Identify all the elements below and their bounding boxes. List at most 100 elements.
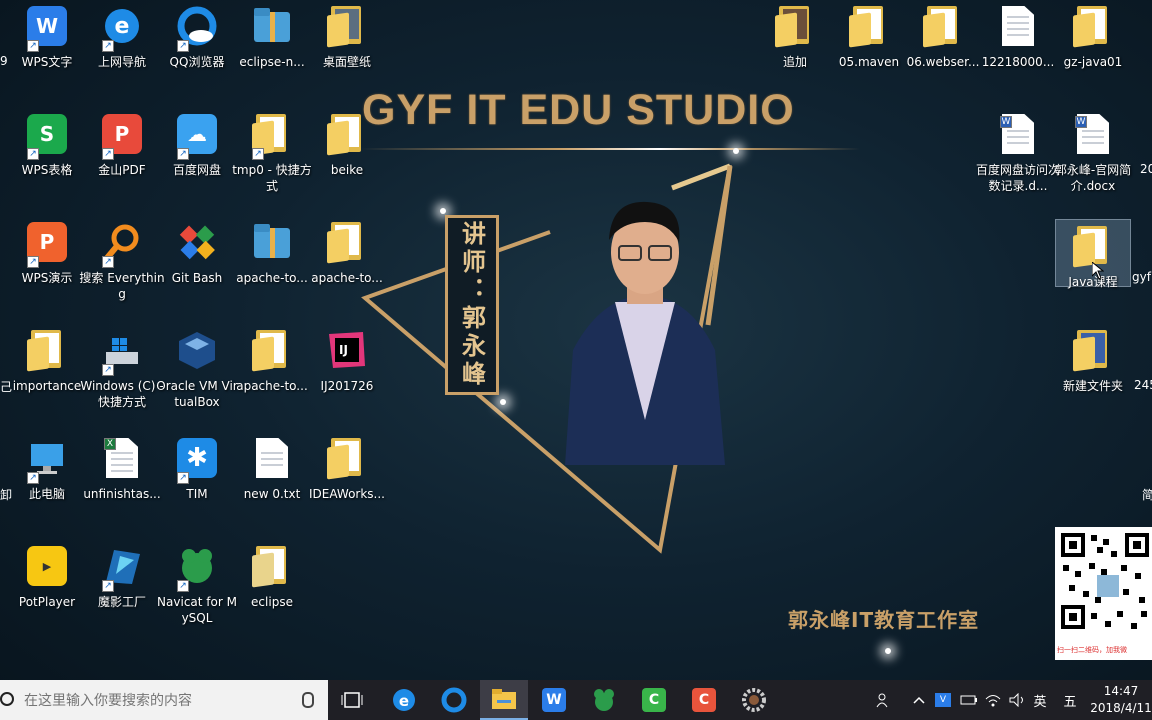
icon-label: 魔影工厂 <box>97 595 146 609</box>
icon-label: Oracle VM VirtualBox <box>156 379 238 409</box>
tray-app-icon[interactable]: V <box>932 680 954 720</box>
desktop-icon-tim[interactable]: ✱ ↗ TIM <box>160 432 234 532</box>
desktop-icon-intro-docx[interactable]: W 郭永峰-官网简介.docx <box>1055 108 1131 208</box>
battery-power-icon[interactable] <box>958 680 980 720</box>
desktop-icon-apache-folder[interactable]: apache-to... <box>235 324 309 424</box>
icon-label: eclipse-n... <box>239 55 305 69</box>
desktop-icon-eclipse-folder[interactable]: eclipse <box>235 540 309 640</box>
desktop-icon-webservice[interactable]: 06.webser... <box>906 0 980 100</box>
volume-icon[interactable] <box>1006 680 1028 720</box>
desktop-icon-new-folder[interactable]: 新建文件夹 <box>1056 324 1130 424</box>
icon-label: unfinishtas... <box>83 487 161 501</box>
desktop-icon-new-txt[interactable]: new 0.txt <box>235 432 309 532</box>
system-clock[interactable]: 14:47 2018/4/11 <box>1090 683 1152 717</box>
desktop-icon-potplayer[interactable]: ▶ PotPlayer <box>10 540 84 640</box>
desktop-icon-video-factory[interactable]: ↗ 魔影工厂 <box>85 540 159 640</box>
settings-gear-icon <box>742 688 766 712</box>
virtualbox-icon <box>179 332 215 369</box>
desktop-icon-git-bash[interactable]: Git Bash <box>160 216 234 316</box>
taskbar-wps[interactable]: W <box>530 680 578 720</box>
desktop-icon-qq-browser[interactable]: ↗ QQ浏览器 <box>160 0 234 100</box>
edge-fragment: 简 <box>1142 488 1152 502</box>
qr-caption: 扫一扫二维码，加我微 <box>1057 646 1127 654</box>
desktop-icon-navicat[interactable]: ↗ Navicat for MySQL <box>157 540 237 640</box>
text-file-icon <box>256 438 288 478</box>
icon-label: tmp0 - 快捷方式 <box>232 163 312 193</box>
wallpaper-banner: 讲师：郭永峰 <box>445 215 499 395</box>
icon-label: 百度网盘 <box>172 163 221 177</box>
desktop-icon-baidu-netdisk[interactable]: ☁ ↗ 百度网盘 <box>160 108 234 208</box>
desktop-icon-java-course[interactable]: Java课程 <box>1055 219 1131 289</box>
taskbar-navicat[interactable] <box>580 680 628 720</box>
desktop-icon-gz-java01[interactable]: gz-java01 <box>1056 0 1130 100</box>
taskbar-camtasia-green[interactable]: C <box>630 680 678 720</box>
taskbar-edge[interactable]: e <box>380 680 428 720</box>
taskbar-search-box[interactable] <box>0 680 328 720</box>
icon-label: WPS文字 <box>21 55 73 69</box>
banner-text: 讲师：郭永峰 <box>457 221 487 389</box>
desktop-icon-windows-c[interactable]: ↗ Windows (C) - 快捷方式 <box>80 324 164 424</box>
desktop-icon-virtualbox[interactable]: Oracle VM VirtualBox <box>156 324 238 424</box>
desktop-icon-apache-zip[interactable]: apache-to... <box>235 216 309 316</box>
edge-fragment: 卸 <box>0 488 13 502</box>
desktop-icon-everything[interactable]: ↗ 搜索 Everything <box>79 216 165 316</box>
desktop-icon-jinshan-pdf[interactable]: P ↗ 金山PDF <box>85 108 159 208</box>
desktop-icon-importance[interactable]: importance <box>10 324 84 424</box>
desktop-icon-eclipse-zip[interactable]: eclipse-n... <box>235 0 309 100</box>
desktop-icon-baidu-record-doc[interactable]: W 百度网盘访问次数记录.d... <box>976 108 1060 208</box>
folder-icon <box>327 114 365 156</box>
ime-language-indicator[interactable]: 英 <box>1028 680 1052 720</box>
icon-label: 金山PDF <box>98 163 146 177</box>
ime-mode-indicator[interactable]: 五 <box>1058 680 1082 720</box>
desktop-icon-wps-writer[interactable]: W ↗ WPS文字 <box>10 0 84 100</box>
icon-label: PotPlayer <box>18 595 76 609</box>
wps-icon: W <box>542 688 566 712</box>
qr-code-card: 扫一扫二维码，加我微 <box>1055 527 1152 660</box>
icon-label: QQ浏览器 <box>169 55 225 69</box>
microphone-icon[interactable] <box>302 692 314 708</box>
taskbar-settings[interactable] <box>730 680 778 720</box>
task-view-button[interactable] <box>328 680 376 720</box>
wifi-icon[interactable] <box>982 680 1004 720</box>
desktop-icon-wps-presentation[interactable]: P ↗ WPS演示 <box>10 216 84 316</box>
taskbar-camtasia-red[interactable]: C <box>680 680 728 720</box>
icon-label: 搜索 Everything <box>79 271 165 301</box>
icon-label: 上网导航 <box>97 55 146 69</box>
icon-label: importance <box>12 379 82 393</box>
clock-date: 2018/4/11 <box>1090 701 1152 715</box>
folder-icon <box>327 438 365 480</box>
icon-label: 新建文件夹 <box>1062 379 1123 393</box>
desktop-icon-beike[interactable]: beike <box>310 108 384 208</box>
icon-label: 百度网盘访问次数记录.d... <box>975 163 1060 193</box>
folder-icon <box>327 6 365 48</box>
desktop-icon-wallpaper-folder[interactable]: 桌面壁纸 <box>310 0 384 100</box>
desktop-icon-zhuijia[interactable]: 追加 <box>758 0 832 100</box>
desktop-icon-12218000[interactable]: 12218000... <box>981 0 1055 100</box>
desktop-icon-maven[interactable]: 05.maven <box>832 0 906 100</box>
search-input[interactable] <box>22 689 296 713</box>
taskbar-file-explorer[interactable] <box>480 680 528 720</box>
clock-time: 14:47 <box>1103 684 1139 698</box>
desktop-icon-unfinishtask[interactable]: X unfinishtas... <box>83 432 161 532</box>
zip-archive-icon <box>254 224 290 258</box>
folder-icon <box>27 330 65 372</box>
desktop-icon-tmp0[interactable]: ↗ tmp0 - 快捷方式 <box>232 108 312 208</box>
show-hidden-icons-chevron-icon[interactable] <box>910 680 928 720</box>
people-icon[interactable] <box>872 680 896 720</box>
edge-icon: e <box>393 689 415 711</box>
taskbar-qq-browser[interactable] <box>430 680 478 720</box>
desktop-icon-apache-folder-2[interactable]: apache-to... <box>310 216 384 316</box>
desktop-icon-ideaworks[interactable]: IDEAWorks... <box>309 432 385 532</box>
desktop[interactable]: GYF IT EDU STUDIO 讲师：郭永峰 郭永峰IT教育工作室 W ↗ W… <box>0 0 1152 680</box>
icon-label: 郭永峰-官网简介.docx <box>1054 163 1132 193</box>
icon-label: new 0.txt <box>243 487 301 501</box>
icon-label: apache-to... <box>236 379 308 393</box>
mouse-cursor-icon <box>1092 262 1104 280</box>
svg-text:e: e <box>115 14 130 39</box>
desktop-icon-browser-nav[interactable]: e ↗ 上网导航 <box>85 0 159 100</box>
desktop-icon-wps-sheet[interactable]: S ↗ WPS表格 <box>10 108 84 208</box>
desktop-icon-this-pc[interactable]: ↗ 此电脑 <box>10 432 84 532</box>
icon-label: WPS演示 <box>21 271 73 285</box>
desktop-icon-ij201726[interactable]: IJ IJ201726 <box>310 324 384 424</box>
icon-label: 12218000... <box>981 55 1055 69</box>
